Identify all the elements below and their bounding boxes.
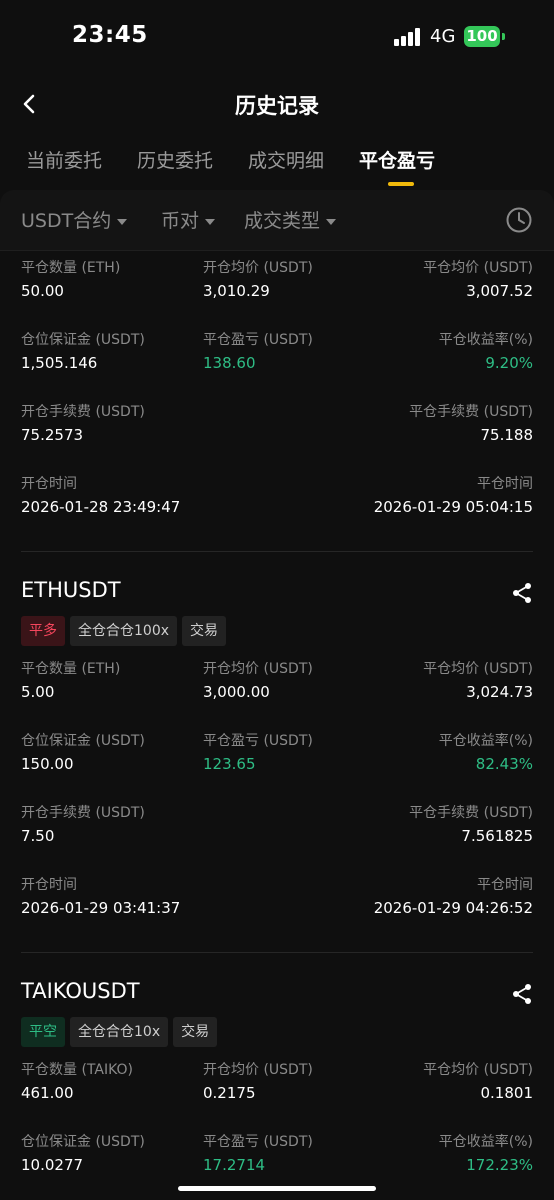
open-avg-label: 开仓均价 (USDT) xyxy=(203,260,313,276)
side-tag: 平多 xyxy=(21,616,65,646)
close-qty-value: 50.00 xyxy=(21,282,64,300)
record-card: ETHUSDT 平多 全仓合仓100x 交易 平仓数量 (ETH) 5.00 开仓均价… xyxy=(0,552,554,940)
filter-contract-type[interactable]: USDT合约 xyxy=(21,206,128,233)
network-type: 4G xyxy=(430,26,456,47)
filter-pair[interactable]: 币对 xyxy=(161,206,216,233)
roi-label: 平仓收益率(%) xyxy=(438,332,533,348)
record-symbol: ETHUSDT xyxy=(21,578,121,602)
side-tag: 平空 xyxy=(21,1017,65,1047)
close-qty-value: 5.00 xyxy=(21,683,55,701)
open-avg-value: 3,000.00 xyxy=(203,683,270,701)
roi-label: 平仓收益率(%) xyxy=(438,1134,533,1150)
filter-trade-type[interactable]: 成交类型 xyxy=(244,206,337,233)
tab-trade-details[interactable]: 成交明细 xyxy=(248,146,324,173)
close-time-value: 2026-01-29 04:26:52 xyxy=(373,899,533,917)
open-fee-value: 7.50 xyxy=(21,827,55,845)
roi-label: 平仓收益率(%) xyxy=(438,733,533,749)
roi-value: 82.43% xyxy=(475,755,533,773)
close-fee-label: 平仓手续费 (USDT) xyxy=(409,404,533,420)
close-fee-label: 平仓手续费 (USDT) xyxy=(409,805,533,821)
open-time-label: 开仓时间 xyxy=(21,476,77,492)
pnl-label: 平仓盈亏 (USDT) xyxy=(203,733,313,749)
close-time-label: 平仓时间 xyxy=(477,877,533,893)
filter-bar: USDT合约 币对 成交类型 xyxy=(0,190,554,251)
source-tag: 交易 xyxy=(182,616,227,646)
pnl-value: 138.60 xyxy=(203,354,256,372)
roi-value: 172.23% xyxy=(466,1156,533,1174)
tag-list: 平空 全仓合仓10x 交易 xyxy=(21,1009,533,1053)
tab-order-history[interactable]: 历史委托 xyxy=(137,146,213,173)
share-icon[interactable] xyxy=(511,582,533,604)
page-title: 历史记录 xyxy=(235,94,319,118)
open-time-value: 2026-01-29 03:41:37 xyxy=(21,899,181,917)
close-avg-label: 平仓均价 (USDT) xyxy=(423,1062,533,1078)
pnl-label: 平仓盈亏 (USDT) xyxy=(203,1134,313,1150)
close-fee-value: 75.188 xyxy=(480,426,534,444)
record-card: 平仓数量 (ETH) 50.00 开仓均价 (USDT) 3,010.29 平仓均价… xyxy=(0,251,554,539)
filter-label: 币对 xyxy=(161,210,200,232)
filter-label: 成交类型 xyxy=(244,210,321,232)
signal-icon xyxy=(394,28,422,46)
margin-label: 仓位保证金 (USDT) xyxy=(21,332,145,348)
margin-value: 150.00 xyxy=(21,755,74,773)
battery-tip xyxy=(502,33,505,40)
close-avg-label: 平仓均价 (USDT) xyxy=(423,661,533,677)
record-symbol: TAIKOUSDT xyxy=(21,979,140,1003)
pnl-value: 123.65 xyxy=(203,755,256,773)
roi-value: 9.20% xyxy=(485,354,533,372)
chevron-down-icon xyxy=(117,218,128,225)
pnl-label: 平仓盈亏 (USDT) xyxy=(203,332,313,348)
close-qty-label: 平仓数量 (ETH) xyxy=(21,260,121,276)
tab-bar: 当前委托 历史委托 成交明细 平仓盈亏 xyxy=(0,134,554,190)
close-qty-value: 461.00 xyxy=(21,1084,74,1102)
margin-mode-tag: 全仓合仓100x xyxy=(70,616,178,646)
open-avg-label: 开仓均价 (USDT) xyxy=(203,661,313,677)
tab-closed-pnl[interactable]: 平仓盈亏 xyxy=(359,146,435,173)
margin-value: 1,505.146 xyxy=(21,354,98,372)
close-avg-value: 0.1801 xyxy=(480,1084,534,1102)
close-qty-label: 平仓数量 (TAIKO) xyxy=(21,1062,133,1078)
filter-label: USDT合约 xyxy=(21,210,112,232)
close-time-value: 2026-01-29 05:04:15 xyxy=(373,498,533,516)
open-fee-label: 开仓手续费 (USDT) xyxy=(21,805,145,821)
close-avg-value: 3,007.52 xyxy=(466,282,533,300)
status-time: 23:45 xyxy=(72,22,148,48)
record-card: TAIKOUSDT 平空 全仓合仓10x 交易 平仓数量 (TAIKO) 461.00… xyxy=(0,953,554,1197)
tag-list: 平多 全仓合仓100x 交易 xyxy=(21,608,533,652)
open-time-label: 开仓时间 xyxy=(21,877,77,893)
open-avg-value: 3,010.29 xyxy=(203,282,270,300)
nav-bar: 历史记录 xyxy=(0,76,554,134)
close-qty-label: 平仓数量 (ETH) xyxy=(21,661,121,677)
open-time-value: 2026-01-28 23:49:47 xyxy=(21,498,181,516)
close-avg-label: 平仓均价 (USDT) xyxy=(423,260,533,276)
active-tab-indicator xyxy=(388,182,414,186)
status-bar: 23:45 4G 100 xyxy=(0,0,554,76)
close-time-label: 平仓时间 xyxy=(477,476,533,492)
margin-label: 仓位保证金 (USDT) xyxy=(21,1134,145,1150)
source-tag: 交易 xyxy=(173,1017,218,1047)
records-list: 平仓数量 (ETH) 50.00 开仓均价 (USDT) 3,010.29 平仓均价… xyxy=(0,251,554,1200)
open-fee-value: 75.2573 xyxy=(21,426,84,444)
open-fee-label: 开仓手续费 (USDT) xyxy=(21,404,145,420)
open-avg-label: 开仓均价 (USDT) xyxy=(203,1062,313,1078)
margin-value: 10.0277 xyxy=(21,1156,84,1174)
share-icon[interactable] xyxy=(511,983,533,1005)
battery-icon: 100 xyxy=(464,26,500,47)
chevron-down-icon xyxy=(326,218,337,225)
pnl-value: 17.2714 xyxy=(203,1156,266,1174)
home-indicator[interactable] xyxy=(178,1186,376,1191)
tab-current-orders[interactable]: 当前委托 xyxy=(26,146,102,173)
margin-label: 仓位保证金 (USDT) xyxy=(21,733,145,749)
margin-mode-tag: 全仓合仓10x xyxy=(70,1017,169,1047)
clock-icon[interactable] xyxy=(505,206,533,234)
close-avg-value: 3,024.73 xyxy=(466,683,533,701)
close-fee-value: 7.561825 xyxy=(461,827,533,845)
chevron-down-icon xyxy=(205,218,216,225)
open-avg-value: 0.2175 xyxy=(203,1084,256,1102)
